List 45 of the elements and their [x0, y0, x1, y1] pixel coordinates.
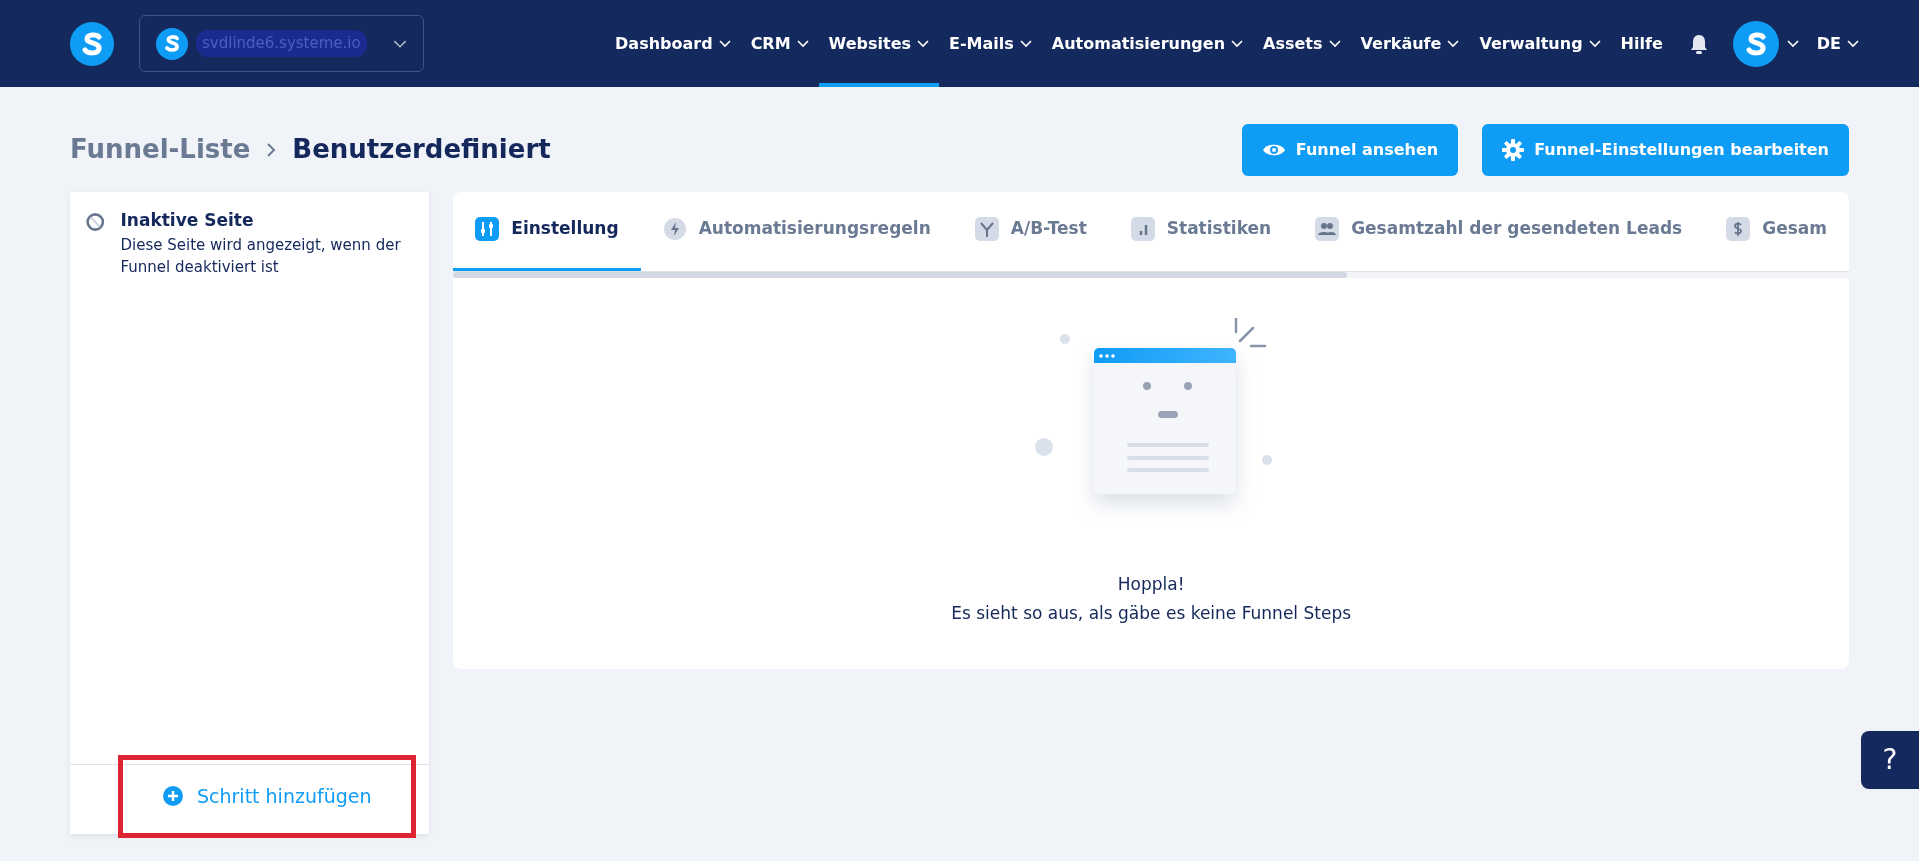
logo-icon — [156, 27, 188, 60]
chevron-icon — [1786, 40, 1799, 48]
nav-menu-item[interactable]: E-Mails — [939, 0, 1042, 87]
chevron-icon — [1847, 39, 1859, 48]
breadcrumb-link[interactable]: Funnel-Liste — [70, 130, 251, 169]
split-icon — [974, 216, 999, 241]
help-button[interactable]: ? — [1861, 731, 1919, 789]
chevron-icon — [393, 39, 407, 49]
chevron-icon — [1447, 39, 1460, 48]
tab[interactable]: Automatisierungsregeln — [640, 192, 953, 271]
tab[interactable]: Statistiken — [1108, 192, 1294, 271]
nav-menu-item[interactable]: Websites — [818, 0, 940, 87]
nav-menu-item[interactable]: Assets — [1253, 0, 1351, 87]
step-description: Diese Seite wird angezeigt, wenn der Funnel deaktiviert ist — [120, 234, 402, 278]
step-title[interactable]: Inaktive Seite — [120, 208, 414, 234]
chevron-icon — [1328, 39, 1341, 48]
sliders-icon — [475, 216, 500, 241]
scrollbar[interactable] — [453, 271, 1347, 278]
nav-menu-item[interactable]: Verwaltung — [1469, 0, 1611, 87]
chevron-icon — [917, 39, 930, 48]
language-selector[interactable]: DE — [1806, 0, 1869, 87]
nav-menu-item[interactable]: Hilfe — [1610, 0, 1673, 87]
page-title: Benutzerdefiniert — [292, 133, 551, 166]
people-icon — [1315, 216, 1340, 241]
logo-icon[interactable] — [70, 21, 114, 66]
nav-menu-item[interactable]: Automatisierungen — [1041, 0, 1254, 87]
bolt-icon — [662, 216, 687, 241]
chevron-icon — [796, 39, 809, 48]
bars-icon — [1130, 216, 1155, 241]
tab[interactable]: Gesam — [1704, 192, 1849, 271]
empty-state-title: Hoppla! — [1117, 572, 1185, 596]
tab[interactable]: A/B-Test — [952, 192, 1109, 271]
empty-state-message: Es sieht so aus, als gäbe es keine Funnel Steps — [951, 602, 1352, 625]
plus-icon — [163, 786, 183, 807]
chevron-icon — [1019, 39, 1032, 48]
bell-icon[interactable] — [1688, 32, 1709, 55]
chevron-icon — [1231, 39, 1244, 48]
chevron-icon — [1588, 39, 1601, 48]
chevron-right-icon — [266, 141, 277, 158]
nav-menu-item[interactable]: Dashboard — [605, 0, 741, 87]
dollar-icon — [1726, 216, 1751, 241]
nav-menu-item[interactable]: Verkäufe — [1350, 0, 1470, 87]
tab[interactable]: Gesamtzahl der gesendeten Leads — [1293, 192, 1705, 271]
nav-menu-item[interactable]: CRM — [740, 0, 819, 87]
chevron-icon — [718, 39, 731, 48]
